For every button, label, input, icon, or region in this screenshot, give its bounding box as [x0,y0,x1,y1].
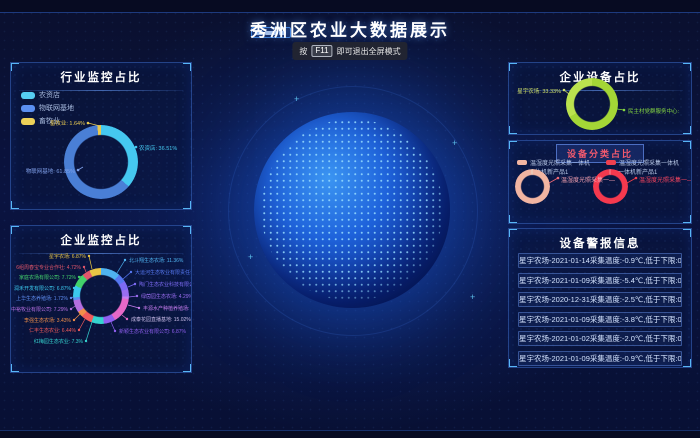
panel-corner [10,364,19,373]
chart-callout: 中裕牧业有限公司: 7.29% [11,306,68,313]
panel-corner [10,201,19,210]
industry-donut-chart[interactable] [64,125,138,199]
legend-item[interactable]: 物联网基地 [21,103,74,113]
panel-corner [683,126,692,135]
sparkle-icon: + [294,94,299,104]
globe-graphic [254,112,450,308]
chart-callout: 陶门生态农业科技有限公 [139,281,192,288]
panel-corner [508,62,517,71]
panel-corner [683,228,692,237]
panel-corner [683,215,692,224]
alarm-row[interactable]: 星宇农场-2020-12-31采集温度:-2.5℃,低于下限:0℃ [518,292,682,307]
page-title: 秀洲区农业大数据展示 [0,16,700,41]
bottom-frame-bar [0,430,700,438]
panel-corner [683,359,692,368]
legend-item[interactable]: 温湿度光照采集一体机 [517,158,590,167]
legend-label: 物联网基地 [39,103,74,113]
fullscreen-hint-toast: 按 F11 即可退出全屏模式 [292,42,407,60]
panel-corner [183,225,192,234]
sparkle-icon: + [452,138,457,148]
chart-callout: 温湿度光照采集一— [639,175,692,184]
panel-corner [683,62,692,71]
chart-callout: 家庭农场有限公司: 7.72% [11,274,76,281]
hint-suffix: 即可退出全屏模式 [337,46,401,57]
chart-callout: 成泰花园直播基地: 15.02% [131,316,191,323]
enterprise-donut-chart[interactable] [73,268,129,324]
panel-enterprise-ratio: 企业监控占比 星宇农场: 6.87% 6组周春宝专业合作社: 4.72% 家庭农… [10,225,192,373]
chart-callout: 畜牧业: 1.64% [19,119,85,127]
legend-label: 农资店 [39,90,60,100]
chart-callout: 丰源水产种植养殖场: 1. [143,305,192,312]
panel-corner [183,62,192,71]
chart-callout: 北斗翔生态农场: 11.36% [129,257,183,264]
legend-swatch [21,105,35,112]
chart-callout: 仁丰生态农业: 6.44% [11,327,76,334]
panel-corner [508,215,517,224]
panel-title: 设备警报信息 [509,235,691,251]
alarm-list: 星宇农场-2021-01-14采集温度:-0.9℃,低于下限:0℃ 星宇农场-2… [518,253,682,366]
chart-callout: 6组周春宝专业合作社: 4.72% [11,264,81,271]
panel-title: 企业监控占比 [11,232,191,248]
legend-swatch [606,160,616,165]
panel-corner [508,140,517,149]
sparkle-icon: + [470,292,475,302]
chart-callout: 润禾开发有限公司: 6.87% [11,285,71,292]
chart-callout: 绿茵园生态农场: 4.29% [141,293,192,300]
chart-callout: 物联网基地: 61.85% [19,167,75,175]
alarm-row[interactable]: 星宇农场-2021-01-09采集温度:-0.9℃,低于下限:0℃ [518,351,682,366]
alarm-row[interactable]: 星宇农场-2021-01-09采集温度:-5.4℃,低于下限:0℃ [518,273,682,288]
panel-corner [183,364,192,373]
chart-callout: 星宇农场: 33.33% [511,87,561,95]
panel-corner [508,359,517,368]
legend-label: 温湿度光照采集一体机 [530,158,590,167]
panel-title: 行业监控占比 [11,69,191,85]
chart-callout: 红梅园生态农业: 7.3% [11,338,83,345]
legend-swatch [21,92,35,99]
legend-label: 温湿度光照采集一体机 [619,158,679,167]
sparkle-icon: + [248,252,253,262]
legend-item[interactable]: 温湿度光照采集一体机 [606,158,679,167]
panel-corner [183,201,192,210]
alarm-row[interactable]: 星宇农场-2021-01-14采集温度:-0.9℃,低于下限:0℃ [518,253,682,268]
alarm-row[interactable]: 星宇农场-2021-01-09采集温度:-3.8℃,低于下限:0℃ [518,312,682,327]
panel-device-alarms: 设备警报信息 星宇农场-2021-01-14采集温度:-0.9℃,低于下限:0℃… [508,228,692,368]
alarm-row[interactable]: 星宇农场-2021-01-02采集温度:-2.0℃,低于下限:0℃ [518,331,682,346]
chart-callout: 民主村党群服务中心: [628,107,679,115]
chart-callout: 新颖生态农业有限公司: 6.87% [119,328,186,335]
panel-corner [508,228,517,237]
panel-device-class-ratio: 设备分类占比 温湿度光照采集一体机 一体机新产品1 温湿度光照采集一体机 一体机… [508,140,692,224]
dashboard-stage: + + + + 秀洲区农业大数据展示 按 F11 即可退出全屏模式 行业监控占比… [0,0,700,438]
chart-callout: 李强生态农场: 3.43% [11,317,71,324]
panel-corner [508,126,517,135]
panel-industry-ratio: 行业监控占比 农资店 物联网基地 畜牧业 畜牧业: 1.64% 农资店: 36.… [10,62,192,210]
panel-equipment-ratio: 企业设备占比 星宇农场: 33.33% 民主村党群服务中心: [508,62,692,135]
panel-corner [10,62,19,71]
chart-callout: 温湿度光照采集一— [561,175,615,184]
top-frame-bar [0,0,700,13]
f11-key-badge: F11 [311,45,332,57]
chart-callout: 星宇农场: 6.87% [15,253,86,260]
panel-corner [683,140,692,149]
equipment-donut-chart[interactable] [566,78,618,130]
chart-callout: 大运河生态牧业有限责任公 [135,269,192,276]
legend-swatch [517,160,527,165]
device-class-left-donut[interactable] [515,169,550,204]
legend-item[interactable]: 农资店 [21,90,74,100]
chart-callout: 农资店: 36.51% [139,144,177,152]
panel-corner [10,225,19,234]
hint-prefix: 按 [299,46,307,57]
chart-callout: 上华生态养殖场: 1.72% [11,295,68,302]
